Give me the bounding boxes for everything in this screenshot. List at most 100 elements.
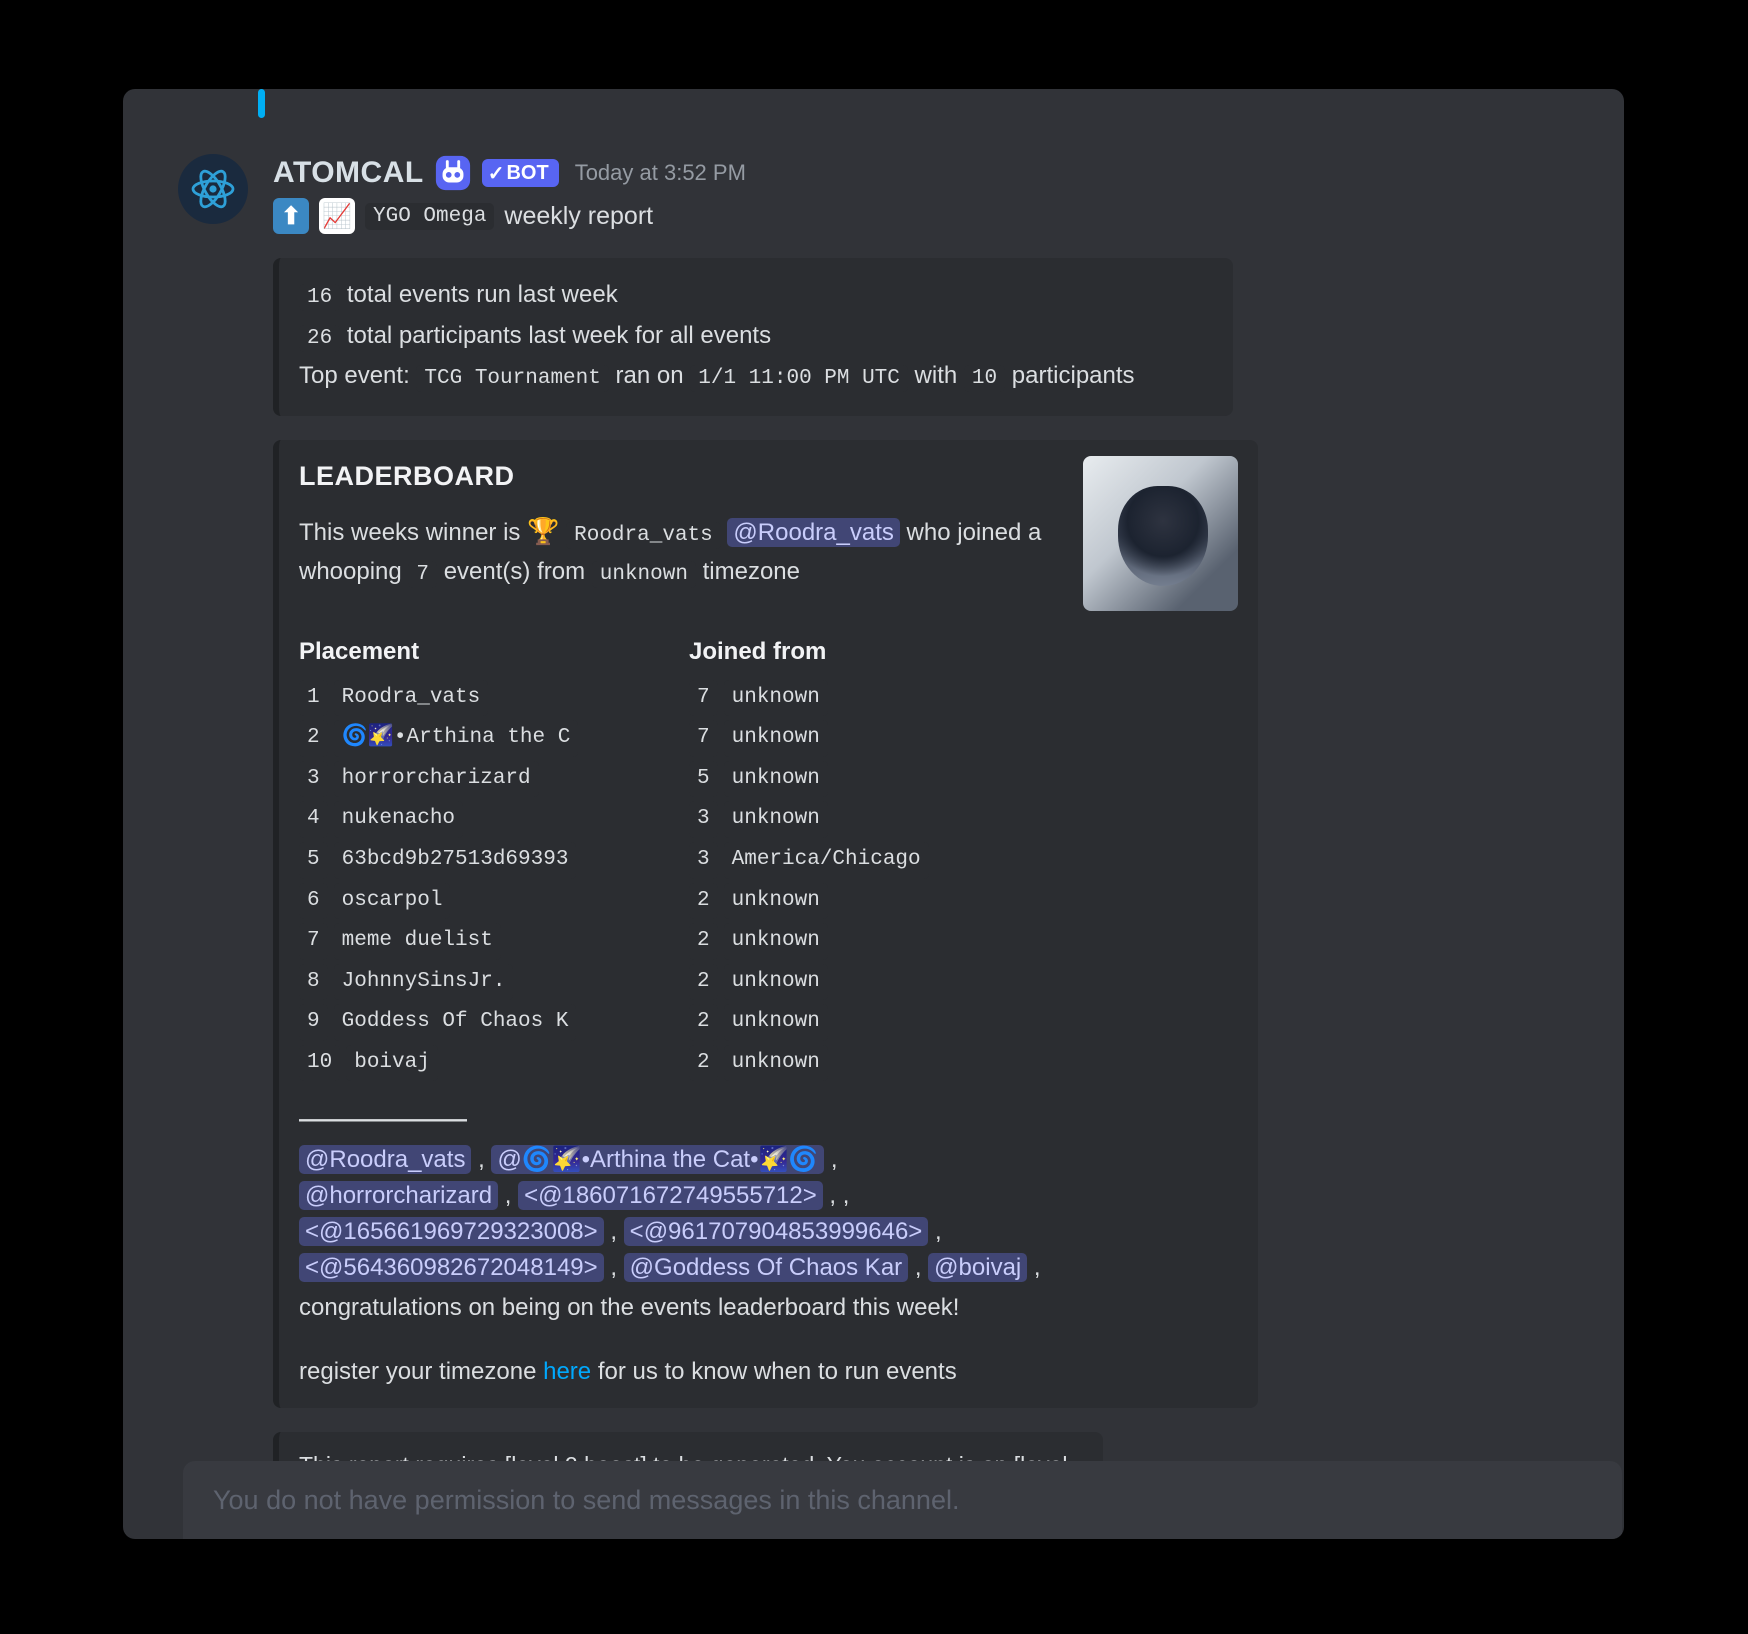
message-body: ATOMCAL ✓ BOT Today at 3:52 PM xyxy=(273,154,1564,1538)
stats-embed: 16 total events run last week 26 total p… xyxy=(273,258,1233,416)
message: ATOMCAL ✓ BOT Today at 3:52 PM xyxy=(178,154,1564,1538)
separator-text: , xyxy=(604,1254,624,1281)
events-count: 16 xyxy=(299,284,340,311)
up-arrow-icon: ⬆ xyxy=(273,198,309,234)
participants-count: 26 xyxy=(299,325,340,352)
separator-text: , xyxy=(824,1146,837,1173)
placement-column: Placement 1Roodra_vats2🌀🌠•Arthina the C3… xyxy=(299,633,689,1086)
message-input-disabled: You do not have permission to send messa… xyxy=(183,1461,1622,1539)
joined-row: 2unknown xyxy=(689,964,1079,1001)
leaderboard-intro: This weeks winner is 🏆 Roodra_vats @Rood… xyxy=(299,511,1063,591)
placement-rank: 10 xyxy=(299,1045,340,1082)
mentions-block: @Roodra_vats , @🌀🌠•Arthina the Cat•🌠🌀 , … xyxy=(299,1142,1238,1286)
chart-icon: 📈 xyxy=(319,198,355,234)
separator-text: , xyxy=(498,1182,518,1209)
separator-text: , xyxy=(1027,1254,1040,1281)
part-suffix: participants xyxy=(1005,362,1134,389)
user-mention[interactable]: <@165661969729323008> xyxy=(299,1217,604,1246)
placement-name: boivaj xyxy=(346,1045,438,1082)
reg-suffix: for us to know when to run events xyxy=(591,1358,957,1385)
with-text: with xyxy=(908,362,964,389)
leaderboard-title: LEADERBOARD xyxy=(299,456,1063,498)
leaderboard-thumbnail[interactable] xyxy=(1083,456,1238,611)
placement-row: 563bcd9b27513d69393 xyxy=(299,842,689,879)
congrats-text: congratulations on being on the events l… xyxy=(299,1290,1238,1326)
user-mention[interactable]: <@186071672749555712> xyxy=(518,1181,823,1210)
joined-tz: unknown xyxy=(724,680,828,717)
joined-tz: unknown xyxy=(724,801,828,838)
joined-row: 7unknown xyxy=(689,720,1079,757)
atom-icon xyxy=(189,165,237,213)
joined-row: 7unknown xyxy=(689,680,1079,717)
placement-row: 6oscarpol xyxy=(299,883,689,920)
placement-name: 🌀🌠•Arthina the C xyxy=(334,720,579,757)
joined-tz: unknown xyxy=(724,720,828,757)
bot-tag: ✓ BOT xyxy=(482,159,559,187)
message-timestamp: Today at 3:52 PM xyxy=(575,160,746,186)
joined-header: Joined from xyxy=(689,633,1079,670)
separator-text: , xyxy=(908,1254,928,1281)
user-mention[interactable]: @horrorcharizard xyxy=(299,1181,498,1210)
lb-intro-mid2: event(s) from xyxy=(437,558,592,585)
register-line: register your timezone here for us to kn… xyxy=(299,1354,1238,1390)
reg-prefix: register your timezone xyxy=(299,1358,543,1385)
input-placeholder: You do not have permission to send messa… xyxy=(213,1485,959,1516)
joined-tz: unknown xyxy=(724,964,828,1001)
reply-indicator xyxy=(258,89,265,118)
user-mention[interactable]: @Roodra_vats xyxy=(299,1145,471,1174)
joined-count: 3 xyxy=(689,842,718,879)
user-mention[interactable]: @boivaj xyxy=(928,1253,1027,1282)
joined-count: 2 xyxy=(689,1045,718,1082)
placement-name: meme duelist xyxy=(334,923,501,960)
placement-name: Roodra_vats xyxy=(334,680,489,717)
placement-rank: 3 xyxy=(299,761,328,798)
joined-count: 2 xyxy=(689,923,718,960)
joined-count: 7 xyxy=(689,680,718,717)
bot-tag-text: BOT xyxy=(506,162,548,185)
register-link[interactable]: here xyxy=(543,1358,591,1385)
participants-label: total participants last week for all eve… xyxy=(340,322,771,349)
trophy-icon: 🏆 xyxy=(527,516,559,546)
top-event-date: 1/1 11:00 PM UTC xyxy=(690,365,908,392)
placement-rank: 2 xyxy=(299,720,328,757)
leaderboard-columns: Placement 1Roodra_vats2🌀🌠•Arthina the C3… xyxy=(299,633,1238,1086)
placement-row: 10boivaj xyxy=(299,1045,689,1082)
placement-row: 7meme duelist xyxy=(299,923,689,960)
report-subject: YGO Omega xyxy=(365,203,494,230)
placement-rank: 7 xyxy=(299,923,328,960)
placement-name: horrorcharizard xyxy=(334,761,539,798)
placement-name: oscarpol xyxy=(334,883,451,920)
user-mention[interactable]: @🌀🌠•Arthina the Cat•🌠🌀 xyxy=(491,1145,824,1174)
discord-window: ATOMCAL ✓ BOT Today at 3:52 PM xyxy=(123,89,1624,1539)
joined-tz: America/Chicago xyxy=(724,842,929,879)
stat-top-event: Top event: TCG Tournament ran on 1/1 11:… xyxy=(299,357,1213,396)
lb-intro-prefix: This weeks winner is xyxy=(299,519,527,546)
joined-row: 2unknown xyxy=(689,883,1079,920)
placement-name: Goddess Of Chaos K xyxy=(334,1004,577,1041)
user-mention[interactable]: <@961707904853999646> xyxy=(624,1217,929,1246)
verified-check-icon: ✓ xyxy=(488,161,505,186)
joined-count: 2 xyxy=(689,1004,718,1041)
joined-row: 2unknown xyxy=(689,1004,1079,1041)
joined-tz: unknown xyxy=(724,1004,828,1041)
placement-name: nukenacho xyxy=(334,801,463,838)
joined-row: 3unknown xyxy=(689,801,1079,838)
placement-rank: 1 xyxy=(299,680,328,717)
placement-rank: 6 xyxy=(299,883,328,920)
joined-tz: unknown xyxy=(724,1045,828,1082)
joined-count: 7 xyxy=(689,720,718,757)
winner-mention[interactable]: @Roodra_vats xyxy=(727,518,899,547)
placement-name: JohnnySinsJr. xyxy=(334,964,514,1001)
placement-row: 3horrorcharizard xyxy=(299,761,689,798)
author-avatar[interactable] xyxy=(178,154,248,224)
winner-code: Roodra_vats xyxy=(566,522,721,549)
message-header: ATOMCAL ✓ BOT Today at 3:52 PM xyxy=(273,154,1564,192)
events-label: total events run last week xyxy=(340,281,617,308)
author-name[interactable]: ATOMCAL xyxy=(273,156,424,190)
user-mention[interactable]: <@564360982672048149> xyxy=(299,1253,604,1282)
placement-rank: 4 xyxy=(299,801,328,838)
top-event-name: TCG Tournament xyxy=(416,365,608,392)
message-title: ⬆ 📈 YGO Omega weekly report xyxy=(273,198,1564,234)
user-mention[interactable]: @Goddess Of Chaos Kar xyxy=(624,1253,908,1282)
placement-row: 2🌀🌠•Arthina the C xyxy=(299,720,689,757)
